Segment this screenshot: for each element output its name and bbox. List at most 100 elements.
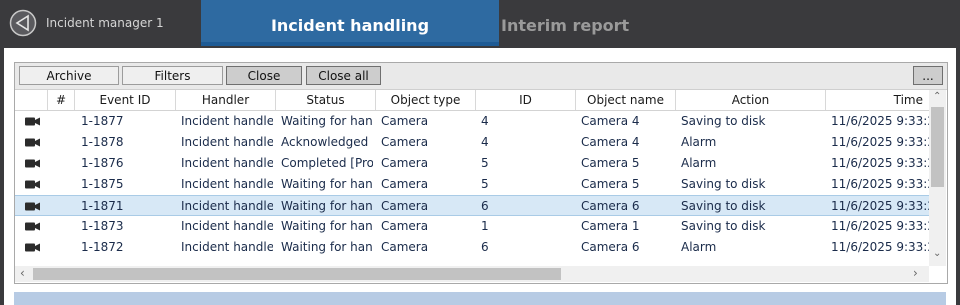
tab-incident-handling[interactable]: Incident handling — [201, 0, 499, 46]
archive-button[interactable]: Archive — [19, 66, 119, 85]
cell-status: Waiting for hand — [281, 199, 373, 213]
vertical-scroll-thumb[interactable] — [931, 107, 944, 187]
cell-action: Alarm — [681, 240, 717, 254]
scroll-left-icon[interactable]: ‹ — [20, 266, 25, 280]
cell-time: 11/6/2025 9:33:24 — [831, 240, 929, 254]
cell-object-type: Camera — [381, 114, 429, 128]
cell-time: 11/6/2025 9:33:24 — [831, 114, 929, 128]
cell-status: Waiting for hand — [281, 219, 373, 233]
column-header-action[interactable]: Action — [676, 90, 826, 110]
scroll-up-icon[interactable]: ⌃ — [933, 91, 941, 102]
cell-time: 11/6/2025 9:33:24 — [831, 156, 929, 170]
cell-id: 4 — [481, 114, 489, 128]
cell-status: Waiting for hand — [281, 240, 373, 254]
active-tab-indicator — [201, 42, 499, 46]
cell-handler: Incident handler — [181, 156, 273, 170]
table-row[interactable]: 1-1871 Incident handler Waiting for hand Ca… — [15, 195, 929, 216]
cell-handler: Incident handler — [181, 135, 273, 149]
table-row[interactable]: 1-1878 Incident handler Acknowledged Camera… — [15, 132, 929, 153]
cell-event-id: 1-1877 — [81, 114, 124, 128]
close-button[interactable]: Close — [226, 66, 302, 85]
cell-action: Saving to disk — [681, 199, 766, 213]
cell-action: Saving to disk — [681, 219, 766, 233]
app-logo-icon[interactable] — [9, 9, 37, 37]
cell-id: 6 — [481, 240, 489, 254]
cell-status: Waiting for hand — [281, 177, 373, 191]
cell-handler: Incident handler — [181, 199, 273, 213]
cell-action: Saving to disk — [681, 114, 766, 128]
cell-status: Waiting for hand — [281, 114, 373, 128]
cell-object-name: Camera 4 — [581, 135, 640, 149]
bottom-panel-bar — [14, 292, 946, 305]
cell-object-type: Camera — [381, 199, 429, 213]
tab-interim-report[interactable]: Interim report — [501, 0, 629, 46]
cell-handler: Incident handler — [181, 114, 273, 128]
top-bar: Incident manager 1 Incident handling Int… — [0, 0, 960, 48]
column-header-handler[interactable]: Handler — [176, 90, 276, 110]
cell-object-type: Camera — [381, 135, 429, 149]
filters-button[interactable]: Filters — [122, 66, 223, 85]
cell-id: 4 — [481, 135, 489, 149]
cell-handler: Incident handler — [181, 240, 273, 254]
cell-event-id: 1-1878 — [81, 135, 124, 149]
camera-icon — [25, 180, 40, 189]
cell-object-type: Camera — [381, 156, 429, 170]
camera-icon — [25, 159, 40, 168]
column-header-status[interactable]: Status — [276, 90, 376, 110]
horizontal-scroll-thumb[interactable] — [33, 268, 561, 280]
column-header-time[interactable]: Time — [826, 90, 929, 110]
cell-id: 1 — [481, 219, 489, 233]
cell-object-type: Camera — [381, 240, 429, 254]
incident-table: # Event ID Handler Status Object type ID… — [15, 90, 929, 266]
camera-icon — [25, 202, 40, 211]
table-row[interactable]: 1-1876 Incident handler Completed [Proc Cam… — [15, 153, 929, 174]
column-header-event-id[interactable]: Event ID — [75, 90, 176, 110]
cell-event-id: 1-1872 — [81, 240, 124, 254]
cell-event-id: 1-1873 — [81, 219, 124, 233]
vertical-scrollbar[interactable]: ⌃ ⌄ — [929, 90, 946, 266]
table-row[interactable]: 1-1875 Incident handler Waiting for hand Ca… — [15, 174, 929, 195]
more-options-button[interactable]: ... — [913, 66, 943, 85]
cell-handler: Incident handler — [181, 219, 273, 233]
cell-id: 5 — [481, 156, 489, 170]
cell-time: 11/6/2025 9:33:24 — [831, 219, 929, 233]
cell-status: Completed [Proc — [281, 156, 373, 170]
cell-object-name: Camera 5 — [581, 177, 640, 191]
cell-status: Acknowledged — [281, 135, 369, 149]
cell-object-name: Camera 5 — [581, 156, 640, 170]
table-header: # Event ID Handler Status Object type ID… — [15, 90, 929, 111]
cell-action: Alarm — [681, 156, 717, 170]
column-header-icon — [15, 90, 48, 110]
table-row[interactable]: 1-1873 Incident handler Waiting for hand Ca… — [15, 216, 929, 237]
cell-time: 11/6/2025 9:33:24 — [831, 135, 929, 149]
camera-icon — [25, 117, 40, 126]
app-title: Incident manager 1 — [46, 16, 164, 30]
camera-icon — [25, 138, 40, 147]
cell-object-name: Camera 6 — [581, 199, 640, 213]
cell-id: 5 — [481, 177, 489, 191]
scroll-down-icon[interactable]: ⌄ — [933, 248, 941, 259]
toolbar: Archive Filters Close Close all ... — [15, 63, 947, 90]
table-row[interactable]: 1-1872 Incident handler Waiting for hand Ca… — [15, 237, 929, 258]
cell-object-type: Camera — [381, 177, 429, 191]
camera-icon — [25, 222, 40, 231]
cell-object-name: Camera 6 — [581, 240, 640, 254]
cell-time: 11/6/2025 9:33:24 — [831, 177, 929, 191]
cell-event-id: 1-1871 — [81, 199, 124, 213]
scroll-right-icon[interactable]: › — [913, 266, 918, 280]
cell-event-id: 1-1876 — [81, 156, 124, 170]
column-header-object-type[interactable]: Object type — [376, 90, 476, 110]
cell-action: Alarm — [681, 135, 717, 149]
column-header-id[interactable]: ID — [476, 90, 576, 110]
cell-object-name: Camera 1 — [581, 219, 640, 233]
cell-time: 11/6/2025 9:33:24 — [831, 199, 929, 213]
cell-object-type: Camera — [381, 219, 429, 233]
close-all-button[interactable]: Close all — [306, 66, 381, 85]
column-header-number[interactable]: # — [48, 90, 75, 110]
cell-event-id: 1-1875 — [81, 177, 124, 191]
cell-id: 6 — [481, 199, 489, 213]
table-row[interactable]: 1-1877 Incident handler Waiting for hand Ca… — [15, 111, 929, 132]
column-header-object-name[interactable]: Object name — [576, 90, 676, 110]
horizontal-scrollbar[interactable]: ‹ › — [15, 266, 929, 282]
incident-list-panel: Archive Filters Close Close all ... # Ev… — [14, 62, 948, 284]
